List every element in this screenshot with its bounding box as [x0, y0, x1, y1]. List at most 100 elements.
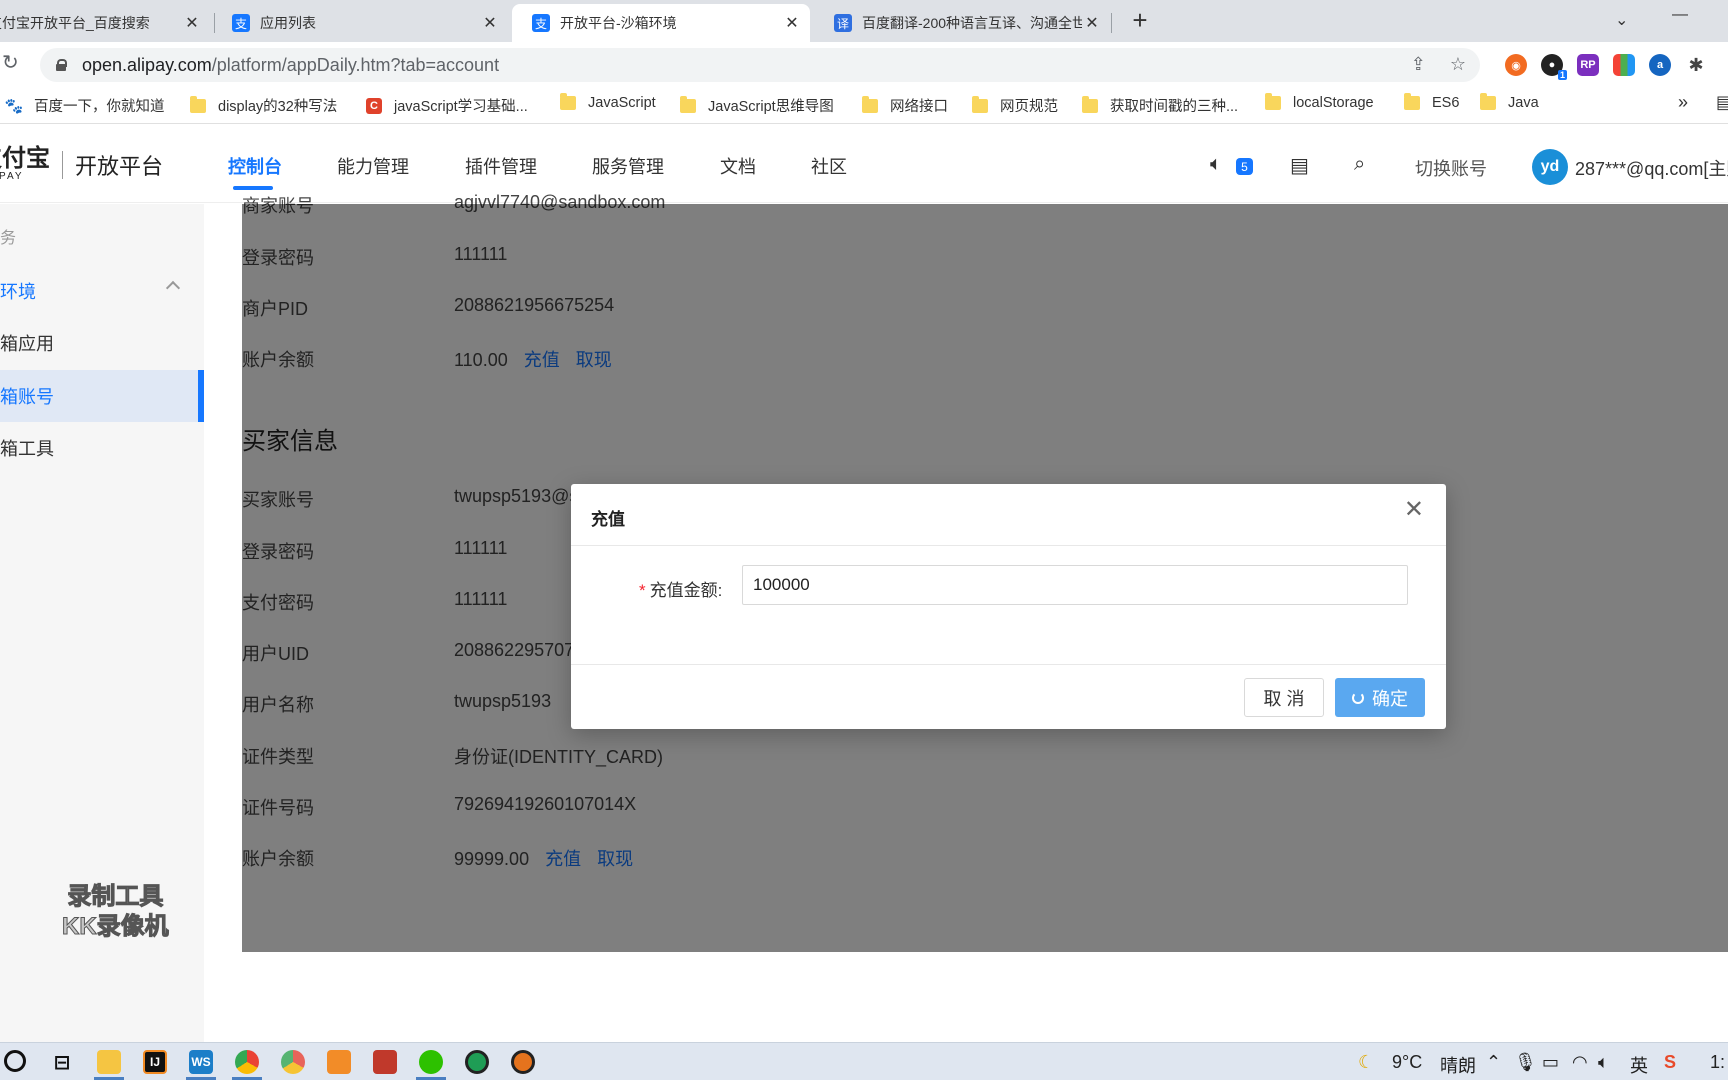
extension-orange-icon[interactable]: ◉ [1505, 54, 1527, 76]
close-icon[interactable]: ✕ [1404, 498, 1424, 522]
bookmark-javascript[interactable]: JavaScript [560, 93, 656, 111]
search-icon[interactable]: ⌕ [1354, 153, 1365, 176]
close-icon[interactable]: ✕ [782, 13, 802, 33]
battery-icon[interactable]: ▭ [1542, 1052, 1559, 1073]
avatar[interactable]: yd [1532, 149, 1568, 185]
sidebar-item-service[interactable]: 服务 [0, 210, 204, 262]
close-icon[interactable]: ✕ [182, 13, 202, 33]
sidebar-item-sandbox-env[interactable]: 沙箱环境 [0, 265, 204, 317]
new-tab-button[interactable]: + [1125, 6, 1155, 36]
close-icon[interactable]: ✕ [480, 13, 500, 33]
bookmark-display[interactable]: display的32种写法 [190, 95, 337, 116]
ime-indicator[interactable]: 英 [1630, 1052, 1648, 1078]
confirm-button[interactable]: 确定 [1335, 678, 1425, 717]
tab-search-chevron-icon[interactable]: ⌄ [1615, 10, 1628, 30]
chrome-beta-icon[interactable] [281, 1050, 305, 1074]
clock-time[interactable]: 1: [1710, 1052, 1725, 1073]
sidebar-item-sandbox-tools[interactable]: 沙箱工具 [0, 422, 204, 474]
extensions-puzzle-icon[interactable]: ✱ [1685, 54, 1707, 76]
folder-icon [560, 93, 576, 110]
bookmark-web-standards[interactable]: 网页规范 [972, 95, 1058, 116]
nav-active-indicator [233, 186, 273, 190]
recorder-icon[interactable] [511, 1050, 535, 1074]
tab-title: 支付宝开放平台_百度搜索 [0, 15, 150, 31]
close-icon[interactable]: ✕ [1082, 13, 1102, 33]
bookmark-js-basics[interactable]: CjavaScript学习基础... [366, 95, 528, 116]
reading-list-icon[interactable]: ▤ [1716, 92, 1728, 113]
wechat-icon[interactable] [419, 1050, 443, 1074]
browser-tab-baidu-search[interactable]: 支付宝开放平台_百度搜索 ✕ [0, 4, 210, 42]
alipay-logo[interactable]: 支付宝 ALIPAY 开放平台 [0, 147, 163, 183]
weather-text[interactable]: 晴朗 [1440, 1052, 1476, 1078]
sidebar: 服务 沙箱环境 沙箱应用 沙箱账号 沙箱工具 录制工具 KK录像机 [0, 204, 204, 1042]
ticket-icon[interactable]: ▤ [1290, 153, 1309, 178]
amount-field-label: * 充值金额: [639, 576, 722, 601]
file-explorer-icon[interactable] [97, 1050, 121, 1074]
browser-tab-baidu-translate[interactable]: 译 百度翻译-200种语言互译、沟通全世界！ ✕ [814, 4, 1110, 42]
sogou-ime-icon[interactable]: S [1664, 1052, 1676, 1073]
chrome-icon[interactable] [235, 1050, 259, 1074]
chevron-up-icon [165, 280, 181, 296]
alipay-icon: 支 [232, 14, 250, 32]
logo-mark-block: 支付宝 ALIPAY [0, 147, 50, 183]
reload-icon[interactable]: ↻ [2, 50, 19, 75]
tab-title: 百度翻译-200种语言互译、沟通全世界！ [862, 15, 1082, 31]
url-omnibox[interactable]: open.alipay.com/platform/appDaily.htm?ta… [40, 48, 1480, 82]
app-orange-icon[interactable] [327, 1050, 351, 1074]
app-green-circle-icon[interactable] [465, 1050, 489, 1074]
account-name[interactable]: 287***@qq.com[主账号] [1575, 155, 1728, 181]
sidebar-item-label: 沙箱环境 [0, 282, 36, 302]
browser-tab-app-list[interactable]: 支 应用列表 ✕ [212, 4, 508, 42]
sidebar-item-sandbox-account[interactable]: 沙箱账号 [0, 370, 204, 422]
sidebar-item-sandbox-app[interactable]: 沙箱应用 [0, 317, 204, 369]
bookmark-star-icon[interactable]: ☆ [1450, 54, 1466, 75]
tray-expand-icon[interactable]: ⌃ [1486, 1052, 1501, 1073]
extension-a-icon[interactable]: a [1649, 54, 1671, 76]
microphone-icon[interactable]: 🎙︎ [1514, 1052, 1537, 1073]
bookmark-js-mindmap[interactable]: JavaScript思维导图 [680, 95, 834, 116]
app-bird-icon[interactable] [373, 1050, 397, 1074]
extension-colorful-icon[interactable] [1613, 54, 1635, 76]
bookmark-label: 网页规范 [1000, 99, 1058, 115]
volume-icon[interactable]: 🔈︎ [1598, 1052, 1609, 1073]
cancel-button[interactable]: 取 消 [1244, 678, 1324, 717]
translate-icon: 译 [834, 14, 852, 32]
bookmark-timestamp[interactable]: 获取时间戳的三种... [1082, 95, 1238, 116]
sidebar-item-label: 沙箱账号 [0, 387, 54, 407]
bookmark-java[interactable]: Java [1480, 93, 1539, 111]
bookmark-localstorage[interactable]: localStorage [1265, 93, 1374, 111]
folder-icon [1480, 93, 1496, 110]
task-view-icon[interactable]: ⊟ [50, 1050, 74, 1074]
switch-account-link[interactable]: 切换账号 [1415, 155, 1487, 181]
weather-icon[interactable]: ☾ [1358, 1052, 1374, 1073]
windows-taskbar: ⊟ IJ WS ☾ 9°C 晴朗 ⌃ 🎙︎ ▭ ◠ 🔈︎ 英 S 1: [0, 1042, 1728, 1080]
confirm-button-label: 确定 [1372, 688, 1408, 709]
bookmark-label: Java [1508, 95, 1539, 111]
bookmark-es6[interactable]: ES6 [1404, 93, 1459, 111]
minimize-window-icon[interactable]: — [1672, 6, 1688, 24]
bookmarks-overflow-button[interactable]: » [1678, 92, 1688, 113]
wifi-icon[interactable]: ◠ [1572, 1052, 1588, 1073]
nav-capability[interactable]: 能力管理 [337, 153, 409, 179]
nav-docs[interactable]: 文档 [720, 153, 756, 179]
url-text[interactable]: open.alipay.com/platform/appDaily.htm?ta… [82, 55, 499, 76]
share-icon[interactable]: ⇪ [1411, 54, 1426, 75]
speaker-icon[interactable]: 🔈︎ [1210, 153, 1222, 176]
webstorm-icon[interactable]: WS [189, 1050, 213, 1074]
folder-icon [1404, 93, 1420, 110]
intellij-icon[interactable]: IJ [143, 1050, 167, 1074]
browser-tab-sandbox[interactable]: 支 开放平台-沙箱环境 ✕ [512, 4, 810, 42]
recharge-amount-input[interactable] [742, 565, 1408, 605]
extension-github-icon[interactable]: ● 1 [1541, 54, 1567, 80]
nav-services[interactable]: 服务管理 [592, 153, 664, 179]
search-circle-icon[interactable] [4, 1050, 26, 1072]
bookmark-network[interactable]: 网络接口 [862, 95, 948, 116]
bookmark-baidu[interactable]: 🐾 百度一下，你就知道 [5, 95, 165, 116]
nav-community[interactable]: 社区 [811, 153, 847, 179]
watermark-line: KK录像机 [62, 913, 170, 941]
nav-console[interactable]: 控制台 [228, 153, 282, 179]
bookmark-label: javaScript学习基础... [394, 99, 528, 115]
extension-rp-icon[interactable]: RP [1577, 54, 1599, 76]
nav-plugins[interactable]: 插件管理 [465, 153, 537, 179]
weather-temperature[interactable]: 9°C [1392, 1052, 1422, 1073]
